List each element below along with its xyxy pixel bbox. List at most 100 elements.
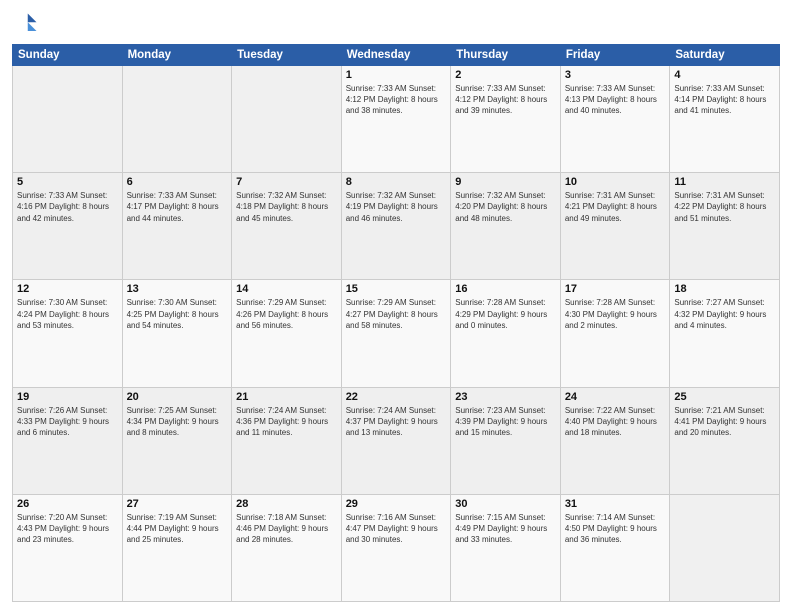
day-number: 7 [236, 176, 337, 188]
day-number: 11 [674, 176, 775, 188]
week-row-4: 26 Sunrise: 7:20 AM Sunset: 4:43 PM Dayli… [13, 494, 780, 601]
day-info: Sunrise: 7:28 AM Sunset: 4:30 PM Dayligh… [565, 297, 666, 331]
day-number: 5 [17, 176, 118, 188]
day-info: Sunrise: 7:28 AM Sunset: 4:29 PM Dayligh… [455, 297, 556, 331]
day-cell [670, 494, 780, 601]
day-number: 22 [346, 391, 447, 403]
day-info: Sunrise: 7:33 AM Sunset: 4:12 PM Dayligh… [455, 83, 556, 117]
week-row-0: 1Sunrise: 7:33 AM Sunset: 4:12 PM Daylig… [13, 66, 780, 173]
day-info: Sunrise: 7:25 AM Sunset: 4:34 PM Dayligh… [127, 405, 228, 439]
day-cell: 9 Sunrise: 7:32 AM Sunset: 4:20 PM Daylig… [451, 173, 561, 280]
day-cell: 6 Sunrise: 7:33 AM Sunset: 4:17 PM Daylig… [122, 173, 232, 280]
day-cell: 29 Sunrise: 7:16 AM Sunset: 4:47 PM Dayli… [341, 494, 451, 601]
day-number: 19 [17, 391, 118, 403]
day-info: Sunrise: 7:21 AM Sunset: 4:41 PM Dayligh… [674, 405, 775, 439]
day-number: 14 [236, 283, 337, 295]
week-row-3: 19 Sunrise: 7:26 AM Sunset: 4:33 PM Dayli… [13, 387, 780, 494]
day-info: Sunrise: 7:31 AM Sunset: 4:22 PM Dayligh… [674, 190, 775, 224]
day-info: Sunrise: 7:32 AM Sunset: 4:19 PM Dayligh… [346, 190, 447, 224]
day-cell: 7 Sunrise: 7:32 AM Sunset: 4:18 PM Daylig… [232, 173, 342, 280]
day-cell [122, 66, 232, 173]
day-info: Sunrise: 7:33 AM Sunset: 4:12 PM Dayligh… [346, 83, 447, 117]
day-number: 30 [455, 498, 556, 510]
day-cell: 8Sunrise: 7:32 AM Sunset: 4:19 PM Daylig… [341, 173, 451, 280]
header-cell-thursday: Thursday [451, 45, 561, 66]
day-number: 15 [346, 283, 447, 295]
day-cell: 31Sunrise: 7:14 AM Sunset: 4:50 PM Dayli… [560, 494, 670, 601]
day-number: 27 [127, 498, 228, 510]
day-cell [232, 66, 342, 173]
day-info: Sunrise: 7:16 AM Sunset: 4:47 PM Dayligh… [346, 512, 447, 546]
page: SundayMondayTuesdayWednesdayThursdayFrid… [0, 0, 792, 612]
day-number: 13 [127, 283, 228, 295]
logo-icon [12, 10, 40, 38]
day-number: 12 [17, 283, 118, 295]
day-cell [13, 66, 123, 173]
day-info: Sunrise: 7:23 AM Sunset: 4:39 PM Dayligh… [455, 405, 556, 439]
day-cell: 14 Sunrise: 7:29 AM Sunset: 4:26 PM Dayli… [232, 280, 342, 387]
day-info: Sunrise: 7:26 AM Sunset: 4:33 PM Dayligh… [17, 405, 118, 439]
day-info: Sunrise: 7:20 AM Sunset: 4:43 PM Dayligh… [17, 512, 118, 546]
day-cell: 4Sunrise: 7:33 AM Sunset: 4:14 PM Daylig… [670, 66, 780, 173]
day-cell: 1Sunrise: 7:33 AM Sunset: 4:12 PM Daylig… [341, 66, 451, 173]
day-cell: 23 Sunrise: 7:23 AM Sunset: 4:39 PM Dayli… [451, 387, 561, 494]
day-cell: 3Sunrise: 7:33 AM Sunset: 4:13 PM Daylig… [560, 66, 670, 173]
header-row: SundayMondayTuesdayWednesdayThursdayFrid… [13, 45, 780, 66]
week-row-2: 12Sunrise: 7:30 AM Sunset: 4:24 PM Dayli… [13, 280, 780, 387]
day-cell: 30Sunrise: 7:15 AM Sunset: 4:49 PM Dayli… [451, 494, 561, 601]
day-cell: 24Sunrise: 7:22 AM Sunset: 4:40 PM Dayli… [560, 387, 670, 494]
day-info: Sunrise: 7:29 AM Sunset: 4:26 PM Dayligh… [236, 297, 337, 331]
day-cell: 16 Sunrise: 7:28 AM Sunset: 4:29 PM Dayli… [451, 280, 561, 387]
week-row-1: 5Sunrise: 7:33 AM Sunset: 4:16 PM Daylig… [13, 173, 780, 280]
day-info: Sunrise: 7:24 AM Sunset: 4:37 PM Dayligh… [346, 405, 447, 439]
day-number: 20 [127, 391, 228, 403]
day-cell: 26 Sunrise: 7:20 AM Sunset: 4:43 PM Dayli… [13, 494, 123, 601]
day-info: Sunrise: 7:29 AM Sunset: 4:27 PM Dayligh… [346, 297, 447, 331]
day-info: Sunrise: 7:27 AM Sunset: 4:32 PM Dayligh… [674, 297, 775, 331]
header-cell-wednesday: Wednesday [341, 45, 451, 66]
day-number: 23 [455, 391, 556, 403]
day-number: 26 [17, 498, 118, 510]
day-number: 28 [236, 498, 337, 510]
day-info: Sunrise: 7:18 AM Sunset: 4:46 PM Dayligh… [236, 512, 337, 546]
day-number: 6 [127, 176, 228, 188]
header [12, 10, 780, 38]
day-number: 29 [346, 498, 447, 510]
day-info: Sunrise: 7:30 AM Sunset: 4:25 PM Dayligh… [127, 297, 228, 331]
day-cell: 20 Sunrise: 7:25 AM Sunset: 4:34 PM Dayli… [122, 387, 232, 494]
day-number: 31 [565, 498, 666, 510]
logo [12, 10, 44, 38]
day-number: 2 [455, 69, 556, 81]
day-info: Sunrise: 7:22 AM Sunset: 4:40 PM Dayligh… [565, 405, 666, 439]
day-number: 18 [674, 283, 775, 295]
day-cell: 15 Sunrise: 7:29 AM Sunset: 4:27 PM Dayli… [341, 280, 451, 387]
day-cell: 19 Sunrise: 7:26 AM Sunset: 4:33 PM Dayli… [13, 387, 123, 494]
day-info: Sunrise: 7:32 AM Sunset: 4:18 PM Dayligh… [236, 190, 337, 224]
day-number: 16 [455, 283, 556, 295]
calendar-header: SundayMondayTuesdayWednesdayThursdayFrid… [13, 45, 780, 66]
day-cell: 17 Sunrise: 7:28 AM Sunset: 4:30 PM Dayli… [560, 280, 670, 387]
day-number: 10 [565, 176, 666, 188]
day-cell: 5Sunrise: 7:33 AM Sunset: 4:16 PM Daylig… [13, 173, 123, 280]
header-cell-sunday: Sunday [13, 45, 123, 66]
day-number: 17 [565, 283, 666, 295]
day-cell: 10 Sunrise: 7:31 AM Sunset: 4:21 PM Dayli… [560, 173, 670, 280]
day-number: 4 [674, 69, 775, 81]
header-cell-monday: Monday [122, 45, 232, 66]
day-cell: 12Sunrise: 7:30 AM Sunset: 4:24 PM Dayli… [13, 280, 123, 387]
day-info: Sunrise: 7:32 AM Sunset: 4:20 PM Dayligh… [455, 190, 556, 224]
day-number: 9 [455, 176, 556, 188]
day-number: 21 [236, 391, 337, 403]
day-cell: 13 Sunrise: 7:30 AM Sunset: 4:25 PM Dayli… [122, 280, 232, 387]
day-cell: 2 Sunrise: 7:33 AM Sunset: 4:12 PM Daylig… [451, 66, 561, 173]
day-cell: 22 Sunrise: 7:24 AM Sunset: 4:37 PM Dayli… [341, 387, 451, 494]
day-cell: 21 Sunrise: 7:24 AM Sunset: 4:36 PM Dayli… [232, 387, 342, 494]
day-info: Sunrise: 7:31 AM Sunset: 4:21 PM Dayligh… [565, 190, 666, 224]
day-cell: 27 Sunrise: 7:19 AM Sunset: 4:44 PM Dayli… [122, 494, 232, 601]
day-info: Sunrise: 7:19 AM Sunset: 4:44 PM Dayligh… [127, 512, 228, 546]
day-info: Sunrise: 7:33 AM Sunset: 4:17 PM Dayligh… [127, 190, 228, 224]
header-cell-saturday: Saturday [670, 45, 780, 66]
day-cell: 11 Sunrise: 7:31 AM Sunset: 4:22 PM Dayli… [670, 173, 780, 280]
calendar-body: 1Sunrise: 7:33 AM Sunset: 4:12 PM Daylig… [13, 66, 780, 602]
day-info: Sunrise: 7:24 AM Sunset: 4:36 PM Dayligh… [236, 405, 337, 439]
